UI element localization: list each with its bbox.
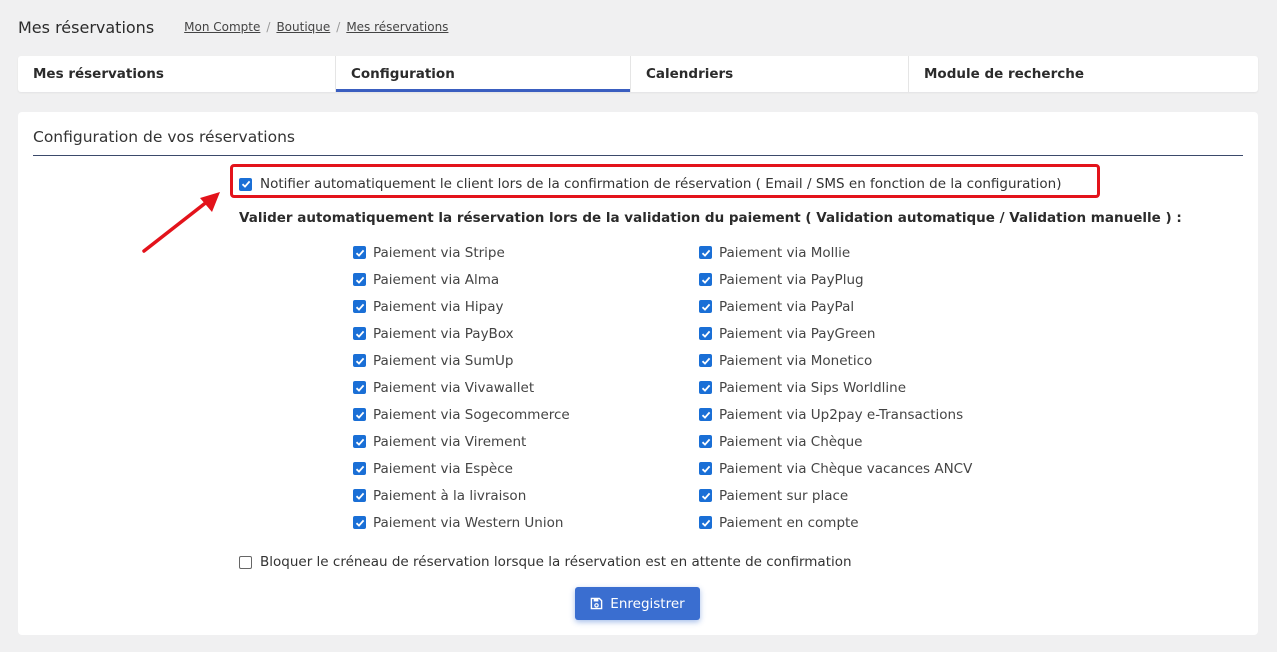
breadcrumb: Mon Compte / Boutique / Mes réservations xyxy=(184,20,448,34)
payment-option-label: Paiement via Sogecommerce xyxy=(373,406,570,423)
payment-option-checkbox[interactable]: Paiement à la livraison xyxy=(353,482,570,509)
breadcrumb-separator: / xyxy=(336,20,341,34)
payment-option-checkbox[interactable]: Paiement via PayPal xyxy=(699,293,972,320)
payment-option-checkbox[interactable]: Paiement via PayGreen xyxy=(699,320,972,347)
checkbox-checked-icon[interactable] xyxy=(353,381,366,394)
payment-option-label: Paiement via Up2pay e-Transactions xyxy=(719,406,964,423)
payment-option-label: Paiement via Chèque xyxy=(719,433,863,450)
payment-option-label: Paiement via PayGreen xyxy=(719,325,876,342)
card-title: Configuration de vos réservations xyxy=(33,128,295,146)
breadcrumb-boutique[interactable]: Boutique xyxy=(276,20,330,34)
checkbox-checked-icon[interactable] xyxy=(699,273,712,286)
payment-methods-right: Paiement via Mollie Paiement via PayPlug P… xyxy=(699,239,972,536)
payment-option-label: Paiement via SumUp xyxy=(373,352,514,369)
tab-calendriers[interactable]: Calendriers xyxy=(631,56,909,92)
tab-module-de-recherche[interactable]: Module de recherche xyxy=(909,56,1258,92)
payment-option-checkbox[interactable]: Paiement via Up2pay e-Transactions xyxy=(699,401,972,428)
payment-option-checkbox[interactable]: Paiement via Vivawallet xyxy=(353,374,570,401)
checkbox-checked-icon[interactable] xyxy=(239,177,252,191)
payment-option-label: Paiement via Alma xyxy=(373,271,500,288)
payment-option-checkbox[interactable]: Paiement en compte xyxy=(699,509,972,536)
checkbox-checked-icon[interactable] xyxy=(699,300,712,313)
payment-option-checkbox[interactable]: Paiement via SumUp xyxy=(353,347,570,374)
payment-option-checkbox[interactable]: Paiement via Espèce xyxy=(353,455,570,482)
payment-option-label: Paiement via Vivawallet xyxy=(373,379,535,396)
notify-client-label: Notifier automatiquement le client lors … xyxy=(260,176,1062,192)
payment-option-checkbox[interactable]: Paiement via Stripe xyxy=(353,239,570,266)
tab-bar: Mes réservations Configuration Calendrie… xyxy=(18,56,1258,92)
payment-option-label: Paiement via Monetico xyxy=(719,352,873,369)
payment-option-checkbox[interactable]: Paiement via PayPlug xyxy=(699,266,972,293)
payment-option-checkbox[interactable]: Paiement via PayBox xyxy=(353,320,570,347)
payment-option-checkbox[interactable]: Paiement via Alma xyxy=(353,266,570,293)
payment-option-label: Paiement via Hipay xyxy=(373,298,504,315)
checkbox-checked-icon[interactable] xyxy=(699,435,712,448)
checkbox-checked-icon[interactable] xyxy=(699,516,712,529)
payment-option-checkbox[interactable]: Paiement sur place xyxy=(699,482,972,509)
checkbox-checked-icon[interactable] xyxy=(699,408,712,421)
checkbox-checked-icon[interactable] xyxy=(353,354,366,367)
payment-option-checkbox[interactable]: Paiement via Hipay xyxy=(353,293,570,320)
payment-option-label: Paiement via PayBox xyxy=(373,325,514,342)
payment-option-label: Paiement via Virement xyxy=(373,433,527,450)
payment-option-label: Paiement via PayPal xyxy=(719,298,855,315)
floppy-disk-icon xyxy=(590,597,603,610)
payment-option-checkbox[interactable]: Paiement via Chèque xyxy=(699,428,972,455)
page-header: Mes réservations Mon Compte / Boutique /… xyxy=(18,16,448,38)
payment-option-label: Paiement sur place xyxy=(719,487,849,504)
checkbox-checked-icon[interactable] xyxy=(353,435,366,448)
block-slot-checkbox[interactable]: Bloquer le créneau de réservation lorsqu… xyxy=(239,554,852,570)
payment-option-checkbox[interactable]: Paiement via Mollie xyxy=(699,239,972,266)
checkbox-checked-icon[interactable] xyxy=(699,327,712,340)
payment-methods-left: Paiement via Stripe Paiement via Alma Paie… xyxy=(353,239,570,536)
checkbox-checked-icon[interactable] xyxy=(353,273,366,286)
checkbox-checked-icon[interactable] xyxy=(353,246,366,259)
save-button[interactable]: Enregistrer xyxy=(575,587,700,620)
payment-option-checkbox[interactable]: Paiement via Western Union xyxy=(353,509,570,536)
checkbox-checked-icon[interactable] xyxy=(699,489,712,502)
red-arrow-icon xyxy=(142,192,220,253)
block-slot-label: Bloquer le créneau de réservation lorsqu… xyxy=(260,554,852,570)
breadcrumb-separator: / xyxy=(266,20,271,34)
payment-option-label: Paiement via Espèce xyxy=(373,460,513,477)
tab-configuration[interactable]: Configuration xyxy=(336,56,631,92)
save-button-label: Enregistrer xyxy=(610,595,685,612)
payment-option-checkbox[interactable]: Paiement via Chèque vacances ANCV xyxy=(699,455,972,482)
breadcrumb-mes-reservations[interactable]: Mes réservations xyxy=(346,20,448,34)
payment-option-label: Paiement via Chèque vacances ANCV xyxy=(719,460,973,477)
checkbox-checked-icon[interactable] xyxy=(353,516,366,529)
checkbox-checked-icon[interactable] xyxy=(699,462,712,475)
page-title: Mes réservations xyxy=(18,17,155,37)
checkbox-checked-icon[interactable] xyxy=(699,381,712,394)
checkbox-checked-icon[interactable] xyxy=(353,489,366,502)
payment-option-label: Paiement via Western Union xyxy=(373,514,564,531)
checkbox-checked-icon[interactable] xyxy=(699,354,712,367)
checkbox-unchecked-icon[interactable] xyxy=(239,555,252,569)
payment-option-checkbox[interactable]: Paiement via Virement xyxy=(353,428,570,455)
payment-option-label: Paiement via PayPlug xyxy=(719,271,864,288)
breadcrumb-mon-compte[interactable]: Mon Compte xyxy=(184,20,260,34)
payment-option-checkbox[interactable]: Paiement via Sips Worldline xyxy=(699,374,972,401)
payment-option-checkbox[interactable]: Paiement via Sogecommerce xyxy=(353,401,570,428)
payment-option-label: Paiement via Sips Worldline xyxy=(719,379,907,396)
checkbox-checked-icon[interactable] xyxy=(699,246,712,259)
payment-option-label: Paiement en compte xyxy=(719,514,859,531)
tab-mes-reservations[interactable]: Mes réservations xyxy=(18,56,336,92)
payment-option-label: Paiement via Mollie xyxy=(719,244,851,261)
payment-option-label: Paiement à la livraison xyxy=(373,487,527,504)
checkbox-checked-icon[interactable] xyxy=(353,462,366,475)
checkbox-checked-icon[interactable] xyxy=(353,408,366,421)
notify-client-checkbox[interactable]: Notifier automatiquement le client lors … xyxy=(239,176,1061,192)
payment-option-checkbox[interactable]: Paiement via Monetico xyxy=(699,347,972,374)
auto-validate-label: Valider automatiquement la réservation l… xyxy=(239,210,1182,226)
checkbox-checked-icon[interactable] xyxy=(353,300,366,313)
payment-option-label: Paiement via Stripe xyxy=(373,244,505,261)
checkbox-checked-icon[interactable] xyxy=(353,327,366,340)
title-divider xyxy=(33,155,1243,156)
